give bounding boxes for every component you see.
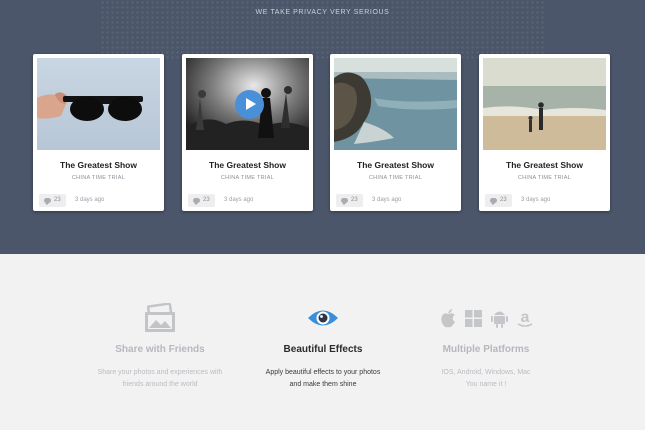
- card-subtitle: CHINA TIME TRIAL: [368, 175, 423, 181]
- feature-icon-area: [238, 303, 408, 333]
- card-subtitle: CHINA TIME TRIAL: [220, 175, 275, 181]
- card-meta: 23 3 days ago: [33, 191, 164, 211]
- card-meta: 23 3 days ago: [182, 191, 313, 211]
- card-title[interactable]: The Greatest Show: [33, 160, 164, 170]
- photo-card[interactable]: The Greatest Show CHINA TIME TRIAL 23 3 …: [182, 54, 313, 211]
- comment-icon: [44, 198, 51, 205]
- comments-badge[interactable]: 23: [485, 194, 512, 207]
- hero-tagline: WE TAKE PRIVACY VERY SERIOUS: [255, 9, 390, 16]
- card-title[interactable]: The Greatest Show: [479, 160, 610, 170]
- feature-description: IOS, Android, Windows, Mac You name it !: [401, 367, 571, 391]
- coast-photo: [334, 58, 457, 150]
- card-subtitle: CHINA TIME TRIAL: [517, 175, 572, 181]
- card-photo[interactable]: [483, 58, 606, 150]
- comment-count: 23: [500, 197, 507, 203]
- hero-section: WE TAKE PRIVACY VERY SERIOUS The Greates…: [0, 0, 645, 254]
- comments-badge[interactable]: 23: [336, 194, 363, 207]
- features-section: Share with Friends Share your photos and…: [0, 254, 645, 430]
- comment-count: 23: [54, 197, 61, 203]
- feature-line: IOS, Android, Windows, Mac: [441, 369, 531, 376]
- feature-title: Multiple Platforms: [442, 344, 530, 355]
- photo-card[interactable]: The Greatest Show CHINA TIME TRIAL 23 3 …: [330, 54, 461, 211]
- card-time: 3 days ago: [75, 197, 105, 203]
- comments-badge[interactable]: 23: [39, 194, 66, 207]
- feature-title: Beautiful Effects: [283, 344, 363, 355]
- eye-icon: [308, 310, 338, 326]
- card-time: 3 days ago: [521, 197, 551, 203]
- card-photo[interactable]: [186, 58, 309, 150]
- photos-icon: [145, 303, 175, 332]
- svg-text:a: a: [520, 309, 529, 326]
- feature-line: Share your photos and experiences with: [97, 369, 223, 376]
- card-meta: 23 3 days ago: [330, 191, 461, 211]
- play-button[interactable]: [235, 90, 264, 119]
- feature-line: You name it !: [465, 381, 507, 388]
- feature-description: Share your photos and experiences with f…: [75, 367, 245, 391]
- apple-icon: [440, 309, 455, 328]
- beach-photo: [483, 58, 606, 150]
- card-title[interactable]: The Greatest Show: [182, 160, 313, 170]
- comment-count: 23: [351, 197, 358, 203]
- sunglasses-photo: [37, 58, 160, 150]
- comments-badge[interactable]: 23: [188, 194, 215, 207]
- feature-title: Share with Friends: [115, 344, 205, 355]
- card-title[interactable]: The Greatest Show: [330, 160, 461, 170]
- feature-line: and make them shine: [289, 381, 357, 388]
- comment-icon: [193, 198, 200, 205]
- feature-description: Apply beautiful effects to your photos a…: [238, 367, 408, 391]
- card-subtitle: CHINA TIME TRIAL: [71, 175, 126, 181]
- feature-icon-area: [75, 303, 245, 333]
- photo-card[interactable]: The Greatest Show CHINA TIME TRIAL 23 3 …: [33, 54, 164, 211]
- card-photo[interactable]: [37, 58, 160, 150]
- comment-count: 23: [203, 197, 210, 203]
- card-meta: 23 3 days ago: [479, 191, 610, 211]
- amazon-icon: a: [517, 309, 532, 327]
- card-time: 3 days ago: [224, 197, 254, 203]
- card-photo[interactable]: [334, 58, 457, 150]
- feature-line: Apply beautiful effects to your photos: [265, 369, 381, 376]
- comment-icon: [341, 198, 348, 205]
- photo-card[interactable]: The Greatest Show CHINA TIME TRIAL 23 3 …: [479, 54, 610, 211]
- comment-icon: [490, 198, 497, 205]
- feature-icon-area: a: [401, 303, 571, 333]
- android-icon: [490, 311, 508, 328]
- windows-icon: [464, 309, 482, 327]
- feature-line: friends around the world: [122, 381, 198, 388]
- card-time: 3 days ago: [372, 197, 402, 203]
